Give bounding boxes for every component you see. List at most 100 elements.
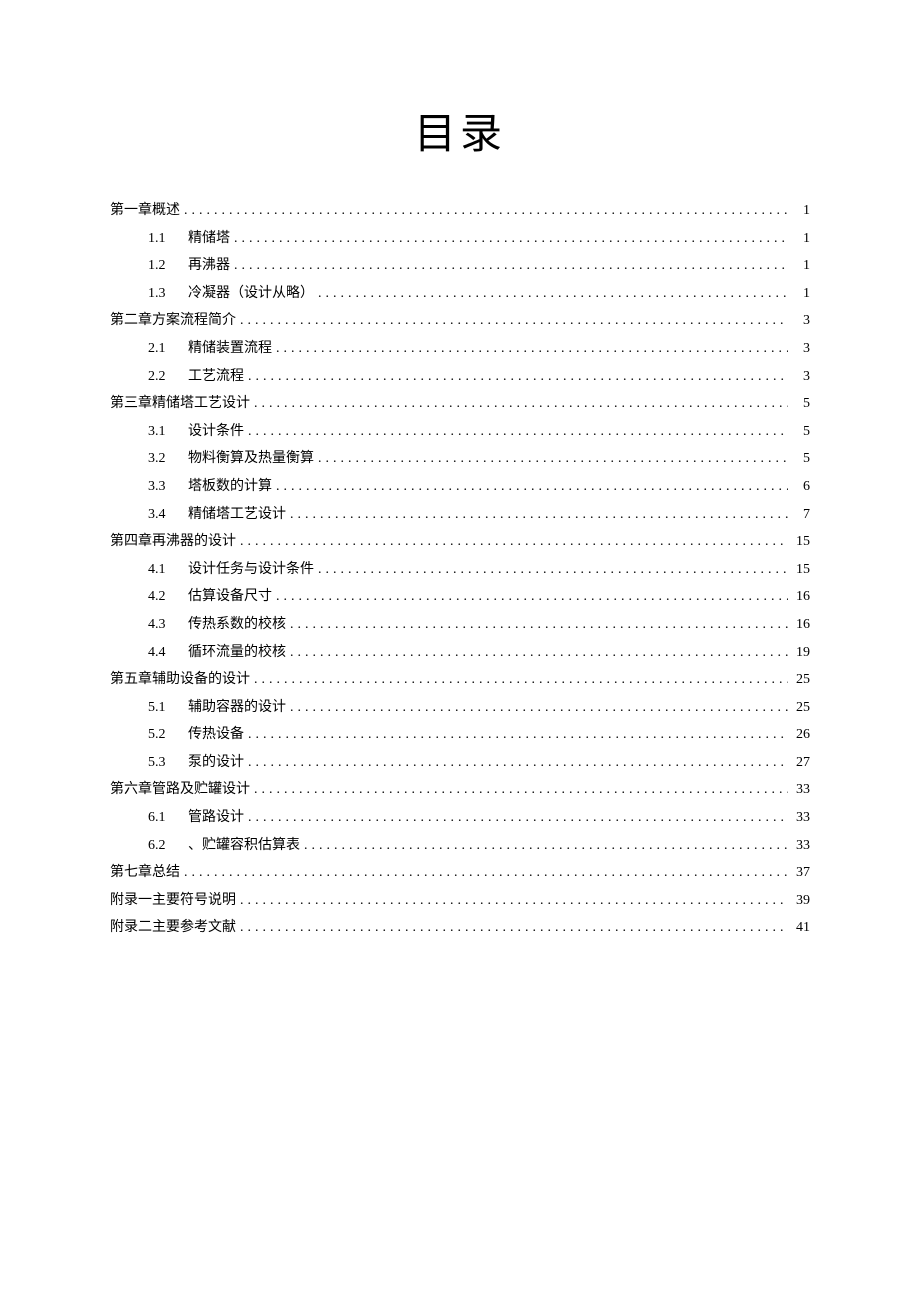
toc-leader-dots (248, 725, 788, 745)
toc-entry: 3.3 塔板数的计算 6 (110, 477, 810, 497)
toc-entry-text: 辅助容器的设计 (188, 698, 286, 718)
toc-entry-page: 1 (792, 201, 810, 221)
toc-entry-text: 循环流量的校核 (188, 643, 286, 663)
toc-leader-dots (318, 284, 788, 304)
toc-leader-dots (254, 394, 788, 414)
toc-entry-number: 6.1 (148, 808, 176, 828)
toc-entry: 1.2再沸器1 (110, 256, 810, 276)
toc-entry-page: 1 (792, 284, 810, 304)
toc-entry-page: 6 (792, 477, 810, 497)
toc-entry-page: 26 (792, 725, 810, 745)
toc-entry-page: 1 (792, 256, 810, 276)
toc-entry-number: 4.1 (148, 560, 176, 580)
toc-entry-page: 3 (792, 367, 810, 387)
toc-entry-page: 39 (792, 891, 810, 911)
toc-leader-dots (184, 201, 788, 221)
toc-entry-text: 第四章再沸器的设计 (110, 532, 236, 552)
toc-entry-page: 5 (792, 449, 810, 469)
toc-entry: 4.1 设计任务与设计条件 15 (110, 560, 810, 580)
toc-entry: 4.2估算设备尺寸16 (110, 587, 810, 607)
toc-entry: 附录二主要参考文献41 (110, 918, 810, 938)
toc-leader-dots (318, 560, 788, 580)
toc-entry-text: 物料衡算及热量衡算 (188, 449, 314, 469)
toc-leader-dots (248, 367, 788, 387)
toc-leader-dots (240, 918, 788, 938)
toc-entry-text: 精储塔 (188, 229, 230, 249)
toc-leader-dots (248, 422, 788, 442)
page-title: 目录 (110, 100, 810, 161)
toc-entry-text: 泵的设计 (188, 753, 244, 773)
toc-entry-text: 第六章管路及贮罐设计 (110, 780, 250, 800)
toc-entry-page: 3 (792, 339, 810, 359)
toc-entry: 3.2 物料衡算及热量衡算 5 (110, 449, 810, 469)
toc-entry-text: 第一章概述 (110, 201, 180, 221)
toc-entry: 1.1精储塔1 (110, 229, 810, 249)
toc-entry-text: 冷凝器（设计从略） (188, 284, 314, 304)
toc-entry-text: 第五章辅助设备的设计 (110, 670, 250, 690)
toc-entry-text: 设计任务与设计条件 (188, 560, 314, 580)
toc-entry: 第四章再沸器的设计 15 (110, 532, 810, 552)
toc-entry-number: 3.2 (148, 449, 176, 469)
toc-leader-dots (304, 836, 788, 856)
toc-entry: 第七章总结37 (110, 863, 810, 883)
toc-entry-text: 第三章精储塔工艺设计 (110, 394, 250, 414)
toc-entry-page: 16 (792, 615, 810, 635)
toc-leader-dots (290, 643, 788, 663)
toc-leader-dots (234, 256, 788, 276)
toc-entry-page: 5 (792, 422, 810, 442)
toc-entry: 4.3 传热系数的校核 16 (110, 615, 810, 635)
toc-entry-number: 5.1 (148, 698, 176, 718)
toc-entry-number: 4.4 (148, 643, 176, 663)
toc-entry: 5.2 传热设备 26 (110, 725, 810, 745)
toc-entry-number: 3.3 (148, 477, 176, 497)
toc-entry-page: 27 (792, 753, 810, 773)
toc-entry-page: 33 (792, 808, 810, 828)
toc-entry-text: 传热系数的校核 (188, 615, 286, 635)
toc-leader-dots (240, 532, 788, 552)
toc-entry-page: 25 (792, 670, 810, 690)
toc-entry-page: 15 (792, 560, 810, 580)
toc-entry-text: 附录一主要符号说明 (110, 891, 236, 911)
toc-entry-text: 精储塔工艺设计 (188, 505, 286, 525)
toc-entry: 5.1 辅助容器的设计 25 (110, 698, 810, 718)
toc-leader-dots (248, 753, 788, 773)
toc-entry: 2.2工艺流程3 (110, 367, 810, 387)
toc-entry-text: 附录二主要参考文献 (110, 918, 236, 938)
toc-entry-page: 5 (792, 394, 810, 414)
toc-leader-dots (248, 808, 788, 828)
toc-leader-dots (240, 891, 788, 911)
toc-entry-text: 第七章总结 (110, 863, 180, 883)
toc-entry-text: 管路设计 (188, 808, 244, 828)
toc-entry: 第一章概述 1 (110, 201, 810, 221)
toc-entry-text: 估算设备尺寸 (188, 587, 272, 607)
toc-leader-dots (254, 670, 788, 690)
toc-entry-page: 33 (792, 836, 810, 856)
toc-entry: 1.3 冷凝器（设计从略） 1 (110, 284, 810, 304)
toc-entry: 6.1 管路设计 33 (110, 808, 810, 828)
toc-entry-page: 25 (792, 698, 810, 718)
toc-entry: 6.2、贮罐容积估算表33 (110, 836, 810, 856)
toc-entry-text: 传热设备 (188, 725, 244, 745)
toc-entry-page: 15 (792, 532, 810, 552)
toc-entry: 3.4精储塔工艺设计7 (110, 505, 810, 525)
toc-entry-number: 1.3 (148, 284, 176, 304)
toc-entry-text: 塔板数的计算 (188, 477, 272, 497)
toc-leader-dots (276, 477, 788, 497)
toc-entry-number: 2.1 (148, 339, 176, 359)
toc-entry: 4.4循环流量的校核19 (110, 643, 810, 663)
toc-leader-dots (254, 780, 788, 800)
toc-entry-number: 5.2 (148, 725, 176, 745)
toc-entry-text: 设计条件 (188, 422, 244, 442)
toc-entry-number: 4.3 (148, 615, 176, 635)
toc-leader-dots (290, 698, 788, 718)
toc-leader-dots (318, 449, 788, 469)
toc-entry-text: 再沸器 (188, 256, 230, 276)
toc-entry: 3.1设计条件5 (110, 422, 810, 442)
toc-leader-dots (290, 615, 788, 635)
toc-entry-number: 4.2 (148, 587, 176, 607)
table-of-contents: 第一章概述11.1精储塔11.2再沸器11.3冷凝器（设计从略）1第二章方案流程… (110, 201, 810, 938)
toc-entry: 第六章管路及贮罐设计33 (110, 780, 810, 800)
toc-entry-number: 2.2 (148, 367, 176, 387)
toc-entry-page: 7 (792, 505, 810, 525)
toc-leader-dots (276, 587, 788, 607)
